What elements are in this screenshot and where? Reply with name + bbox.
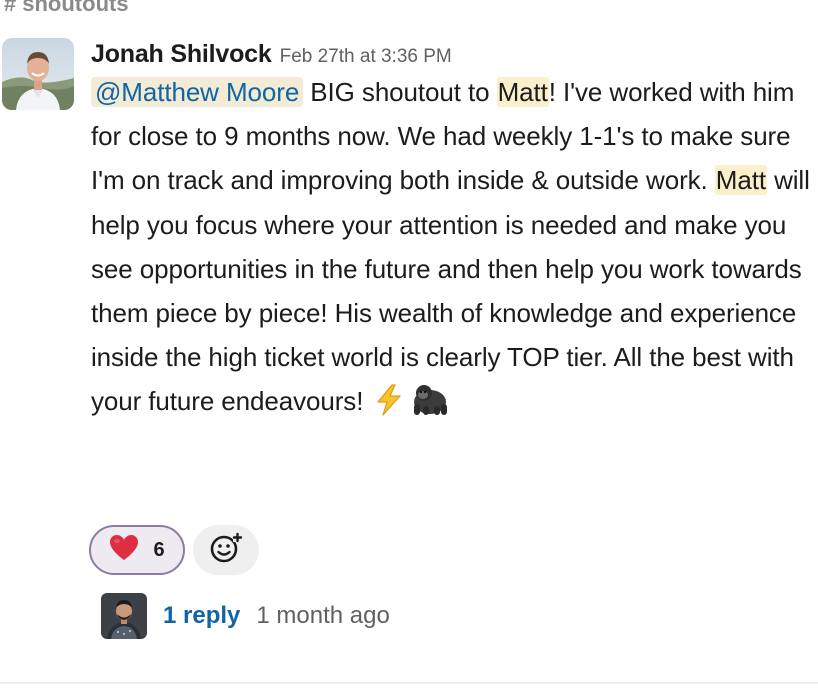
message-text: will help you focus where your attention…	[91, 165, 810, 417]
add-reaction-button[interactable]	[193, 525, 259, 575]
reactions-bar: 6	[89, 525, 259, 575]
heart-icon	[109, 534, 139, 567]
reaction-count: 6	[153, 538, 165, 561]
heart-reaction-button[interactable]: 6	[89, 525, 185, 575]
reply-count-link[interactable]: 1 reply	[163, 602, 240, 630]
highlighted-keyword: Matt	[714, 165, 767, 196]
replier-avatar[interactable]	[101, 593, 147, 639]
add-reaction-icon	[209, 532, 243, 569]
user-mention[interactable]: @Matthew Moore	[91, 77, 304, 107]
channel-hash: #	[4, 0, 17, 16]
gorilla-icon	[408, 380, 452, 429]
message-timestamp[interactable]: Feb 27th at 3:36 PM	[280, 46, 452, 68]
slack-message-view: # shoutouts Jonah Shilvock Feb 27th at 3…	[0, 0, 818, 692]
thread-summary[interactable]: 1 reply 1 month ago	[101, 593, 390, 639]
message-header: Jonah Shilvock Feb 27th at 3:36 PM	[91, 40, 452, 70]
divider	[0, 682, 818, 684]
highlighted-keyword: Matt	[496, 77, 549, 107]
author-name[interactable]: Jonah Shilvock	[91, 40, 272, 69]
message-text: BIG shoutout to	[303, 77, 497, 107]
author-avatar[interactable]	[2, 38, 74, 110]
channel-name: shoutouts	[22, 0, 129, 16]
lightning-icon	[374, 384, 404, 429]
last-reply-time: 1 month ago	[256, 602, 390, 629]
message-body: @Matthew Moore BIG shoutout to Matt! I'v…	[91, 70, 811, 430]
channel-header[interactable]: # shoutouts	[4, 0, 129, 18]
